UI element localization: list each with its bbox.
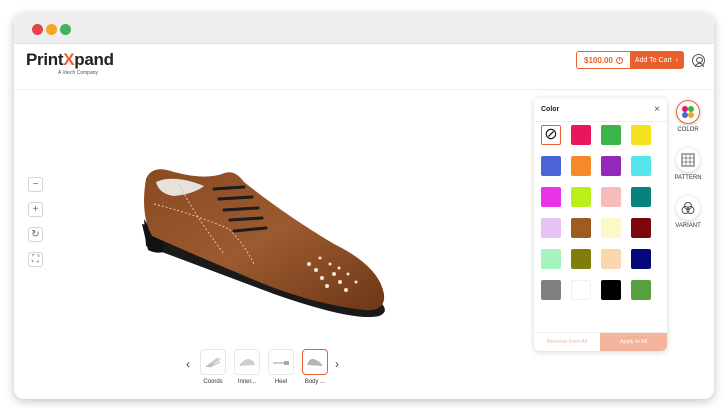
color-swatch[interactable] <box>631 125 651 145</box>
heel-thumbnail-icon <box>268 349 294 375</box>
logo-text-pand: pand <box>74 50 114 69</box>
logo-tagline: A Xtech Company <box>58 70 99 76</box>
reset-view-button[interactable]: ↻ <box>28 227 43 242</box>
part-inner[interactable]: Inner... <box>233 349 261 385</box>
color-swatch[interactable] <box>571 156 591 176</box>
part-coords[interactable]: Coords <box>199 349 227 385</box>
part-heel[interactable]: Heel <box>267 349 295 385</box>
tool-color[interactable]: COLOR <box>674 100 702 133</box>
color-swatch[interactable] <box>601 187 621 207</box>
color-swatch[interactable] <box>571 187 591 207</box>
color-swatch[interactable] <box>541 218 561 238</box>
inner-thumbnail-icon <box>234 349 260 375</box>
price-info-icon[interactable]: i <box>615 56 623 64</box>
color-swatch[interactable] <box>601 280 621 300</box>
tool-color-label: COLOR <box>677 127 699 133</box>
part-coords-label: Coords <box>203 379 223 385</box>
rotate-icon: ↻ <box>31 229 40 240</box>
price-cart-group: $100.00 i Add To Cart › <box>576 51 684 69</box>
parts-prev-arrow[interactable]: ‹ <box>186 357 190 371</box>
app-header: PrintXpand A Xtech Company $100.00 i Add… <box>14 44 714 90</box>
maximize-window-dot[interactable] <box>60 24 71 35</box>
add-to-cart-label: Add To Cart <box>634 56 672 64</box>
part-body[interactable]: Body ... <box>301 349 329 385</box>
minimize-window-dot[interactable] <box>46 24 57 35</box>
no-color-swatch[interactable]: ⊘ <box>541 125 561 145</box>
tool-pattern-label: PATTERN <box>674 175 702 181</box>
color-panel-footer: Remove from All Apply to All <box>534 332 667 351</box>
no-color-icon: ⊘ <box>544 126 558 143</box>
color-panel-header: Color × <box>534 98 667 122</box>
tool-variant-label: VARIANT <box>675 223 701 229</box>
close-window-dot[interactable] <box>32 24 43 35</box>
plus-icon: + <box>32 204 39 215</box>
color-swatch[interactable] <box>601 249 621 269</box>
color-swatch[interactable] <box>631 218 651 238</box>
price-value: $100.00 <box>584 55 613 65</box>
tool-pattern[interactable]: PATTERN <box>674 148 702 181</box>
add-to-cart-button[interactable]: Add To Cart › <box>630 52 683 68</box>
color-swatch[interactable] <box>571 125 591 145</box>
price-display: $100.00 i <box>577 52 630 68</box>
variant-icon <box>676 196 700 220</box>
window-titlebar <box>14 14 714 44</box>
part-heel-label: Heel <box>274 379 288 385</box>
close-icon[interactable]: × <box>654 104 660 115</box>
color-swatch[interactable] <box>601 156 621 176</box>
logo-text-x: X <box>63 50 75 69</box>
fullscreen-button[interactable]: ⛶ <box>28 252 43 267</box>
color-swatch[interactable] <box>541 156 561 176</box>
part-inner-label: Inner... <box>237 379 257 385</box>
zoom-in-button[interactable]: + <box>28 202 43 217</box>
color-palette-icon <box>676 100 700 124</box>
printxpand-logo[interactable]: PrintXpand <box>26 50 114 70</box>
color-swatch[interactable] <box>631 280 651 300</box>
zoom-out-button[interactable]: − <box>28 177 43 192</box>
parts-next-arrow[interactable]: › <box>335 357 339 371</box>
color-panel-title: Color <box>541 106 560 113</box>
chevron-right-icon: › <box>675 56 679 64</box>
remove-from-all-button[interactable]: Remove from All <box>534 333 600 351</box>
color-swatch-grid: ⊘ <box>541 125 660 300</box>
color-swatch[interactable] <box>571 218 591 238</box>
fullscreen-icon: ⛶ <box>32 254 39 265</box>
logo-text-print: Print <box>26 50 64 69</box>
pattern-icon <box>676 148 700 172</box>
color-swatch[interactable] <box>541 187 561 207</box>
color-swatch[interactable] <box>541 249 561 269</box>
color-swatch[interactable] <box>541 280 561 300</box>
color-swatch[interactable] <box>571 280 591 300</box>
app-window: PrintXpand A Xtech Company $100.00 i Add… <box>14 14 714 399</box>
body-thumbnail-icon <box>302 349 328 375</box>
color-swatch[interactable] <box>631 187 651 207</box>
color-swatch[interactable] <box>631 249 651 269</box>
part-body-label: Body ... <box>304 379 326 385</box>
user-account-icon[interactable] <box>692 54 705 67</box>
color-swatch[interactable] <box>571 249 591 269</box>
minus-icon: − <box>32 179 39 190</box>
coords-thumbnail-icon <box>200 349 226 375</box>
shoe-3d-preview[interactable] <box>134 154 394 326</box>
color-swatch[interactable] <box>601 218 621 238</box>
color-swatch[interactable] <box>631 156 651 176</box>
tool-variant[interactable]: VARIANT <box>674 196 702 229</box>
apply-to-all-button[interactable]: Apply to All <box>600 333 667 351</box>
color-swatch[interactable] <box>601 125 621 145</box>
color-panel: Color × ⊘ Remove from All Apply to All <box>534 98 667 351</box>
